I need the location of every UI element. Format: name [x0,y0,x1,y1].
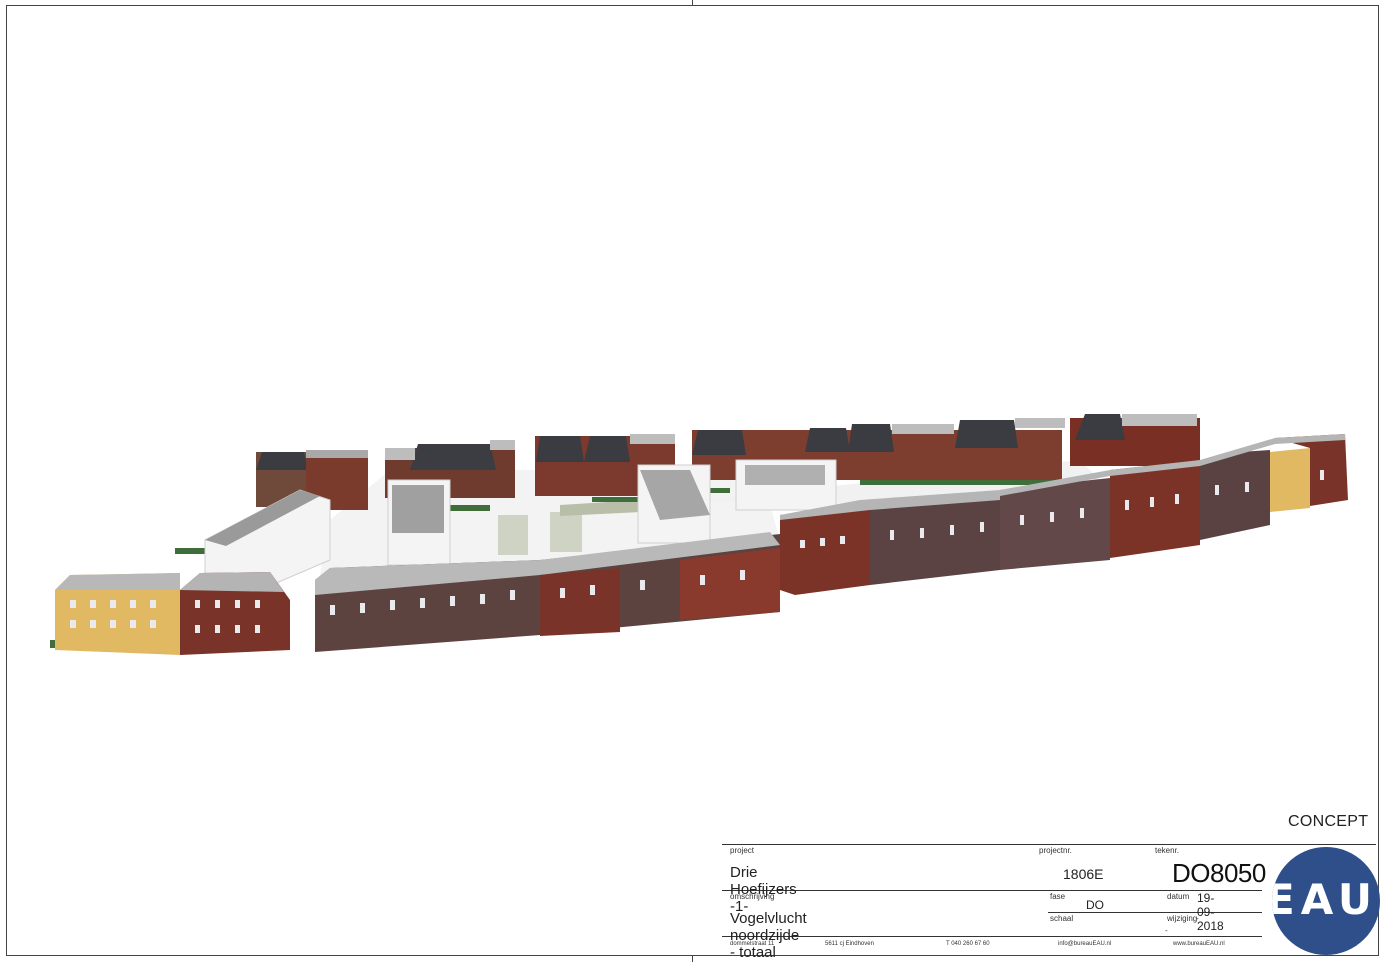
wijziging-label: wijziging [1167,914,1198,923]
titleblock-line-top [722,844,1376,845]
fase-label: fase [1050,892,1066,901]
city: 5611 cj Eindhoven [825,941,874,947]
projectnr-label: projectnr. [1039,846,1072,855]
drawing-sheet: CONCEPT project Drie Hoefijzers -1- proj… [0,0,1386,962]
eau-logo: EAU [1272,847,1380,955]
titleblock-line-inner [1048,912,1262,913]
omschrijving-value: Vogelvlucht noordzijde - totaal [730,910,807,961]
email: info@bureauEAU.nl [1058,941,1112,947]
titleblock-line-middle [722,890,1262,891]
birds-eye-render [50,414,1348,655]
wijziging-value: - [1196,914,1199,923]
fase-value: DO [1086,898,1104,912]
eau-logo-text: EAU [1272,875,1379,924]
concept-label: CONCEPT [1288,813,1369,830]
address: dommelstraat 11 [730,941,775,947]
datum-value: 19-09-2018 [1197,891,1224,933]
schaal-label: schaal [1050,914,1074,923]
tekenr-label: tekenr. [1155,846,1180,855]
wijziging-dash: - [1165,926,1168,935]
project-name: Drie Hoefijzers -1- [730,864,797,915]
project-label: project [730,846,755,855]
omschrijving-label: omschrijving [730,892,775,901]
website: www.bureauEAU.nl [1173,941,1225,947]
drawing-number: DO8050 [1172,858,1266,888]
datum-label: datum [1167,892,1190,901]
phone: T 040 260 67 60 [946,941,990,947]
projectnr-value: 1806E [1063,866,1104,882]
